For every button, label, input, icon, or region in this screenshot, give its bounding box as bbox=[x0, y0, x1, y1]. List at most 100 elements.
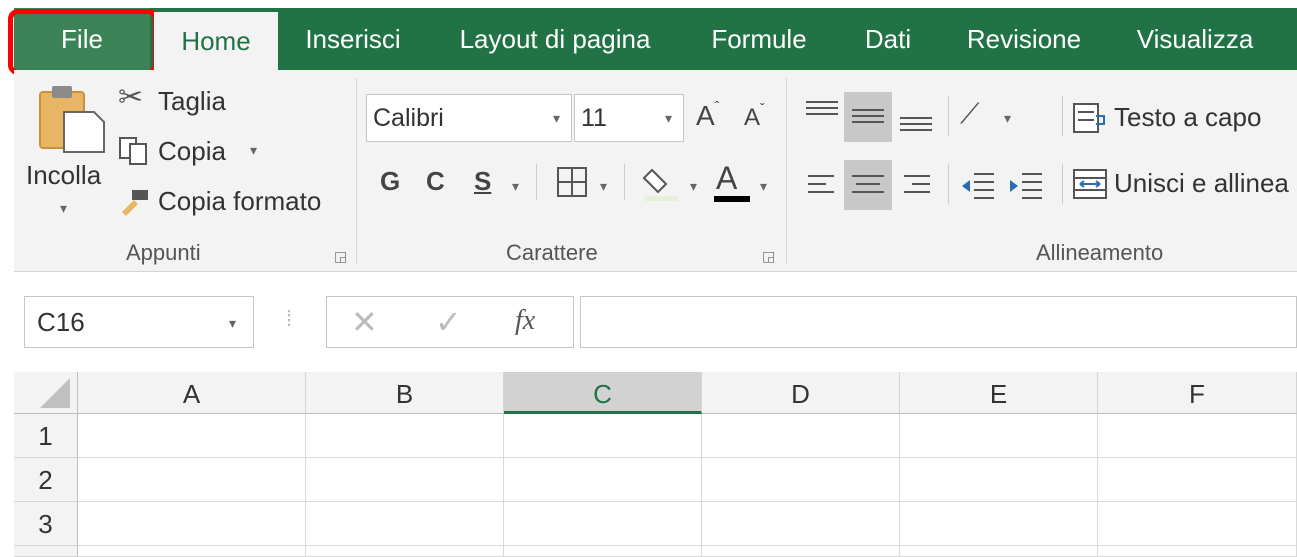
italic-button[interactable]: C bbox=[426, 166, 445, 197]
font-size-dropdown-icon[interactable]: ▾ bbox=[665, 110, 672, 127]
cell-e1[interactable] bbox=[900, 414, 1098, 458]
cell-f1[interactable] bbox=[1098, 414, 1297, 458]
column-header-b[interactable]: B bbox=[306, 372, 504, 414]
horizontal-align-icons[interactable] bbox=[806, 168, 938, 204]
cell-a4[interactable] bbox=[78, 546, 306, 557]
paste-label: Incolla bbox=[26, 160, 102, 190]
cell-f2[interactable] bbox=[1098, 458, 1297, 502]
name-box[interactable]: C16 ▾ bbox=[24, 296, 254, 348]
shrink-font-button[interactable]: Aˇ bbox=[744, 100, 765, 132]
merge-label: Unisci e allinea bbox=[1114, 168, 1289, 198]
underline-dropdown-icon[interactable]: ▾ bbox=[512, 178, 519, 195]
borders-icon[interactable] bbox=[556, 166, 588, 198]
font-color-button[interactable]: A bbox=[716, 160, 737, 197]
row-header-2[interactable]: 2 bbox=[14, 458, 78, 502]
orientation-dropdown-icon[interactable]: ▾ bbox=[1004, 110, 1011, 127]
cell-e4[interactable] bbox=[900, 546, 1098, 557]
column-header-a[interactable]: A bbox=[78, 372, 306, 414]
insert-function-icon[interactable]: fx bbox=[515, 305, 535, 337]
orientation-icon[interactable]: ⟋ bbox=[960, 98, 980, 131]
cell-a1[interactable] bbox=[78, 414, 306, 458]
tab-formule[interactable]: Formule bbox=[696, 8, 822, 70]
cell-b3[interactable] bbox=[306, 502, 504, 546]
merge-center-button[interactable]: Unisci e allinea bbox=[1072, 166, 1297, 206]
font-separator-2 bbox=[624, 164, 625, 200]
enter-icon[interactable]: ✓ bbox=[435, 303, 462, 341]
tab-dati[interactable]: Dati bbox=[850, 8, 926, 70]
bold-button[interactable]: G bbox=[380, 166, 400, 197]
wrap-text-label: Testo a capo bbox=[1114, 102, 1262, 132]
format-painter-button[interactable]: Copia formato bbox=[118, 184, 358, 218]
column-header-f[interactable]: F bbox=[1098, 372, 1297, 414]
row-header-1[interactable]: 1 bbox=[14, 414, 78, 458]
cell-c3[interactable] bbox=[504, 502, 702, 546]
copy-dropdown-icon[interactable]: ▾ bbox=[250, 142, 257, 159]
font-color-dropdown-icon[interactable]: ▾ bbox=[760, 178, 767, 195]
wrap-text-button[interactable]: Testo a capo bbox=[1072, 100, 1297, 140]
cell-c4[interactable] bbox=[504, 546, 702, 557]
formula-input[interactable] bbox=[580, 296, 1297, 348]
copy-icon bbox=[119, 137, 147, 165]
indent-icons[interactable] bbox=[960, 168, 1050, 204]
cell-e3[interactable] bbox=[900, 502, 1098, 546]
tab-visualizza[interactable]: Visualizza bbox=[1122, 8, 1268, 70]
select-all-triangle-icon bbox=[40, 378, 70, 408]
formula-buttons: ✕ ✓ fx bbox=[326, 296, 574, 348]
cell-f4[interactable] bbox=[1098, 546, 1297, 557]
select-all-button[interactable] bbox=[14, 372, 78, 414]
clipboard-dialog-launcher-icon[interactable]: ◲ bbox=[334, 248, 347, 265]
font-separator bbox=[536, 164, 537, 200]
tab-home[interactable]: Home bbox=[154, 12, 278, 70]
align-separator-4 bbox=[1062, 164, 1063, 204]
cell-b4[interactable] bbox=[306, 546, 504, 557]
cell-d4[interactable] bbox=[702, 546, 900, 557]
cell-b2[interactable] bbox=[306, 458, 504, 502]
cell-d1[interactable] bbox=[702, 414, 900, 458]
fill-color-icon[interactable] bbox=[642, 162, 682, 202]
copy-button[interactable]: Copia ▾ bbox=[118, 134, 338, 168]
cell-b1[interactable] bbox=[306, 414, 504, 458]
cell-d2[interactable] bbox=[702, 458, 900, 502]
tab-inserisci[interactable]: Inserisci bbox=[290, 8, 416, 70]
cell-e2[interactable] bbox=[900, 458, 1098, 502]
cell-c1[interactable] bbox=[504, 414, 702, 458]
tab-revisione[interactable]: Revisione bbox=[954, 8, 1094, 70]
group-separator bbox=[356, 78, 357, 264]
font-color-icon: A bbox=[716, 160, 738, 196]
format-painter-icon bbox=[122, 190, 148, 216]
cell-f3[interactable] bbox=[1098, 502, 1297, 546]
fill-color-dropdown-icon[interactable]: ▾ bbox=[690, 178, 697, 195]
tab-layout-di-pagina[interactable]: Layout di pagina bbox=[440, 8, 670, 70]
name-box-dropdown-icon[interactable]: ▾ bbox=[229, 315, 236, 332]
font-group-label: Carattere bbox=[506, 240, 598, 265]
underline-button[interactable]: S bbox=[474, 166, 491, 197]
cell-c2[interactable] bbox=[504, 458, 702, 502]
name-box-value: C16 bbox=[37, 307, 85, 337]
borders-dropdown-icon[interactable]: ▾ bbox=[600, 178, 607, 195]
cell-a3[interactable] bbox=[78, 502, 306, 546]
formula-bar-grip-icon[interactable]: ⁞ bbox=[286, 306, 292, 332]
merge-icon bbox=[1073, 169, 1107, 199]
cut-button[interactable]: ✂ Taglia bbox=[118, 81, 338, 118]
font-size-value: 11 bbox=[581, 104, 607, 132]
column-header-d[interactable]: D bbox=[702, 372, 900, 414]
font-name-combo[interactable]: Calibri ▾ bbox=[366, 94, 572, 142]
grow-font-button[interactable]: Aˆ bbox=[696, 98, 719, 132]
align-separator bbox=[948, 96, 949, 136]
cell-a2[interactable] bbox=[78, 458, 306, 502]
paste-dropdown-icon[interactable]: ▾ bbox=[60, 200, 67, 217]
paste-button[interactable]: Incolla ▾ bbox=[24, 82, 110, 222]
row-header-4[interactable] bbox=[14, 546, 78, 557]
font-size-combo[interactable]: 11 ▾ bbox=[574, 94, 684, 142]
file-tab-highlight bbox=[8, 9, 158, 75]
column-header-e[interactable]: E bbox=[900, 372, 1098, 414]
font-dialog-launcher-icon[interactable]: ◲ bbox=[762, 248, 775, 265]
vertical-align-icons[interactable] bbox=[804, 96, 936, 136]
grow-font-icon: A bbox=[696, 100, 715, 131]
cell-d3[interactable] bbox=[702, 502, 900, 546]
row-header-3[interactable]: 3 bbox=[14, 502, 78, 546]
cancel-icon[interactable]: ✕ bbox=[351, 303, 378, 341]
column-header-c[interactable]: C bbox=[504, 372, 702, 414]
shrink-font-icon: A bbox=[744, 104, 761, 131]
font-name-dropdown-icon[interactable]: ▾ bbox=[553, 110, 560, 127]
